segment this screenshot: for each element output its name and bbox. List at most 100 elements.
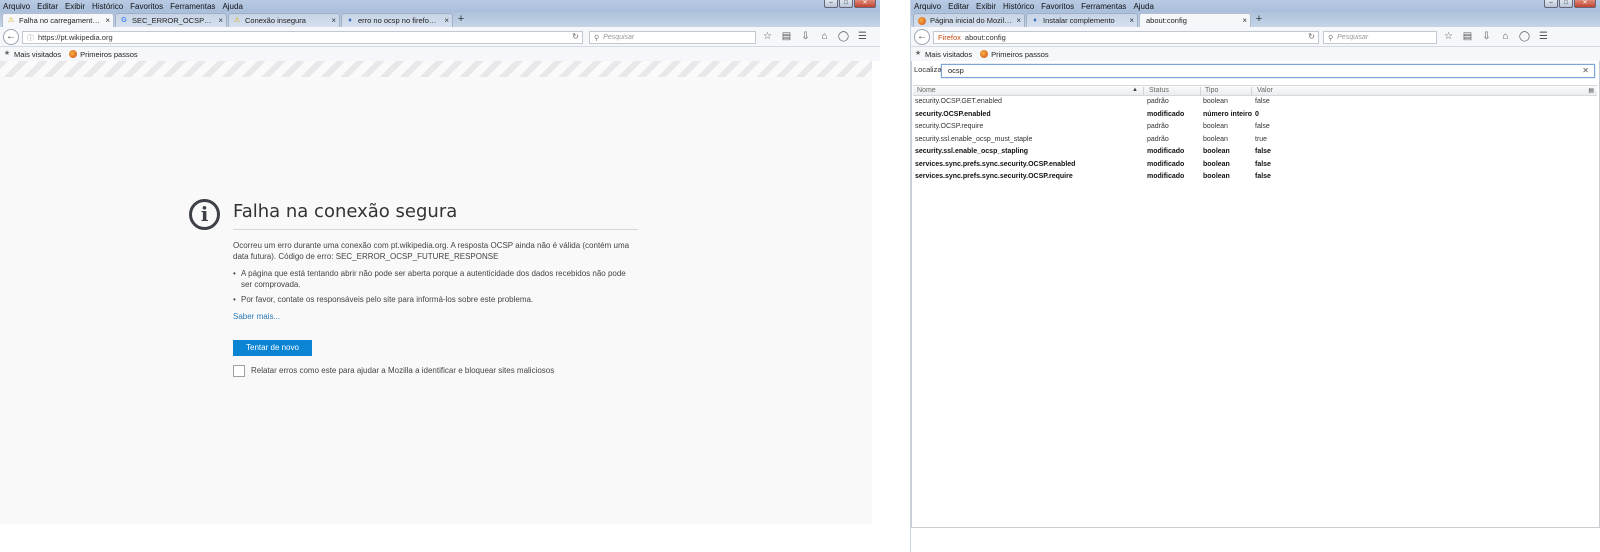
pref-type: boolean [1203, 173, 1230, 180]
tab-label: Página inicial do Mozilla Fi... [930, 16, 1012, 25]
new-tab-button[interactable]: + [454, 13, 468, 27]
pocket-icon[interactable]: ◯ [1515, 30, 1534, 44]
home-icon[interactable]: ⌂ [1496, 30, 1515, 44]
nav-bar: ← ⓘ https://pt.wikipedia.org ↻ ⚲ Pesquis… [0, 27, 880, 47]
reload-icon[interactable]: ↻ [572, 32, 579, 41]
menu-ajuda[interactable]: Ajuda [1133, 2, 1153, 11]
tab-strip: Página inicial do Mozilla Fi... × ♦ Inst… [911, 12, 1600, 27]
pref-status: padrão [1147, 135, 1169, 143]
tab-instalar-complemento[interactable]: ♦ Instalar complemento × [1026, 13, 1138, 27]
pocket-icon[interactable]: ◯ [834, 30, 853, 44]
table-row[interactable]: security.OCSP.enabled modificado número … [913, 109, 1597, 122]
tab-strip: ⚠ Falha no carregamento da ... × G SEC_E… [0, 12, 880, 27]
menu-ajuda[interactable]: Ajuda [222, 2, 242, 11]
report-errors-checkbox[interactable] [233, 365, 245, 377]
maximize-button[interactable]: □ [1559, 0, 1573, 8]
search-input[interactable]: ⚲ Pesquisar [1323, 31, 1437, 44]
info-icon: i [189, 199, 220, 230]
menu-exibir[interactable]: Exibir [65, 2, 85, 11]
bookmarks-menu-icon[interactable]: ▤ [777, 30, 796, 44]
bookmark-mais-visitados[interactable]: ★ Mais visitados [914, 50, 972, 59]
search-placeholder: Pesquisar [1337, 34, 1369, 41]
report-errors-label[interactable]: Relatar erros como este para ajudar a Mo… [251, 366, 554, 375]
firefox-icon [980, 50, 989, 58]
pref-status: modificado [1147, 160, 1185, 168]
tab-sec-error[interactable]: G SEC_ERROR_OCSP_FUTURE... × [115, 13, 227, 27]
menu-editar[interactable]: Editar [948, 2, 969, 11]
tab-erro-ocsp[interactable]: ♦ erro no ocsp no firefox - Re... × [341, 13, 453, 27]
bookmark-label: Mais visitados [14, 49, 62, 59]
minimize-button[interactable]: – [1544, 0, 1558, 8]
close-tab-icon[interactable]: × [331, 16, 336, 25]
bookmark-mais-visitados[interactable]: ★ Mais visitados [3, 50, 61, 59]
table-row[interactable]: services.sync.prefs.sync.security.OCSP.r… [913, 171, 1597, 184]
bookmark-primeiros-passos[interactable]: Primeiros passos [69, 50, 138, 59]
close-tab-icon[interactable]: × [444, 16, 449, 25]
google-icon: G [121, 17, 127, 24]
clear-icon[interactable]: ✕ [1582, 65, 1589, 77]
column-nome[interactable]: Nome [917, 87, 936, 94]
bookmarks-menu-icon[interactable]: ▤ [1458, 30, 1477, 44]
firefox-window-error: Arquivo Editar Exibir Histórico Favorito… [0, 0, 880, 552]
info-icon[interactable]: ⓘ [27, 33, 34, 43]
tab-about-config[interactable]: about:config × [1139, 13, 1251, 27]
bookmark-star-icon[interactable]: ☆ [1439, 30, 1458, 44]
tab-pagina-inicial[interactable]: Página inicial do Mozilla Fi... × [913, 13, 1025, 27]
table-row[interactable]: security.ssl.enable_ocsp_must_staple pad… [913, 134, 1597, 147]
bookmark-primeiros-passos[interactable]: Primeiros passos [980, 50, 1049, 59]
identity-firefox-label[interactable]: Firefox [938, 33, 961, 42]
table-row[interactable]: security.OCSP.GET.enabled padrão boolean… [913, 96, 1597, 109]
maximize-button[interactable]: □ [839, 0, 853, 8]
menu-historico[interactable]: Histórico [92, 2, 123, 11]
column-picker-icon[interactable]: ▤ [1588, 87, 1594, 94]
pref-type: boolean [1203, 98, 1228, 105]
reload-icon[interactable]: ↻ [1308, 32, 1315, 41]
menu-arquivo[interactable]: Arquivo [914, 2, 941, 11]
pref-type: boolean [1203, 148, 1230, 155]
column-status[interactable]: Status [1149, 87, 1169, 94]
close-tab-icon[interactable]: × [1129, 16, 1134, 25]
minimize-button[interactable]: – [824, 0, 838, 8]
column-valor[interactable]: Valor [1257, 87, 1273, 94]
hamburger-menu-icon[interactable]: ☰ [1534, 30, 1553, 44]
home-icon[interactable]: ⌂ [815, 30, 834, 44]
find-input[interactable]: ocsp ✕ [941, 64, 1595, 78]
close-tab-icon[interactable]: × [105, 16, 110, 25]
back-button[interactable]: ← [914, 29, 930, 45]
back-button[interactable]: ← [3, 29, 19, 45]
tab-conexao-insegura[interactable]: ⚠ Conexão insegura × [228, 13, 340, 27]
table-header: Nome ▲ Status Tipo Valor ▤ [913, 85, 1597, 96]
downloads-icon[interactable]: ⇩ [796, 30, 815, 44]
bookmark-star-icon[interactable]: ☆ [758, 30, 777, 44]
close-tab-icon[interactable]: × [218, 16, 223, 25]
menu-editar[interactable]: Editar [37, 2, 58, 11]
menu-ferramentas[interactable]: Ferramentas [1081, 2, 1126, 11]
hamburger-menu-icon[interactable]: ☰ [853, 30, 872, 44]
tab-falha-carregamento[interactable]: ⚠ Falha no carregamento da ... × [2, 13, 114, 27]
menu-favoritos[interactable]: Favoritos [1041, 2, 1074, 11]
url-bar[interactable]: ⓘ https://pt.wikipedia.org ↻ [22, 31, 583, 44]
url-bar[interactable]: Firefox about:config ↻ [933, 31, 1319, 44]
window-close-button[interactable]: ✕ [1574, 0, 1596, 8]
menu-arquivo[interactable]: Arquivo [3, 2, 30, 11]
new-tab-button[interactable]: + [1252, 13, 1266, 27]
menu-favoritos[interactable]: Favoritos [130, 2, 163, 11]
tab-label: erro no ocsp no firefox - Re... [358, 16, 440, 25]
close-tab-icon[interactable]: × [1242, 16, 1247, 25]
downloads-icon[interactable]: ⇩ [1477, 30, 1496, 44]
window-close-button[interactable]: ✕ [854, 0, 876, 8]
close-tab-icon[interactable]: × [1016, 16, 1021, 25]
table-row[interactable]: security.ssl.enable_ocsp_stapling modifi… [913, 146, 1597, 159]
menu-exibir[interactable]: Exibir [976, 2, 996, 11]
tab-label: Instalar complemento [1043, 16, 1115, 25]
search-input[interactable]: ⚲ Pesquisar [589, 31, 756, 44]
table-row[interactable]: security.OCSP.require padrão boolean fal… [913, 121, 1597, 134]
puzzle-icon: ♦ [348, 17, 352, 24]
bookmark-label: Primeiros passos [80, 49, 138, 59]
learn-more-link[interactable]: Saber mais... [233, 312, 280, 321]
retry-button[interactable]: Tentar de novo [233, 340, 312, 356]
table-row[interactable]: services.sync.prefs.sync.security.OCSP.e… [913, 159, 1597, 172]
menu-historico[interactable]: Histórico [1003, 2, 1034, 11]
column-tipo[interactable]: Tipo [1205, 87, 1218, 94]
menu-ferramentas[interactable]: Ferramentas [170, 2, 215, 11]
